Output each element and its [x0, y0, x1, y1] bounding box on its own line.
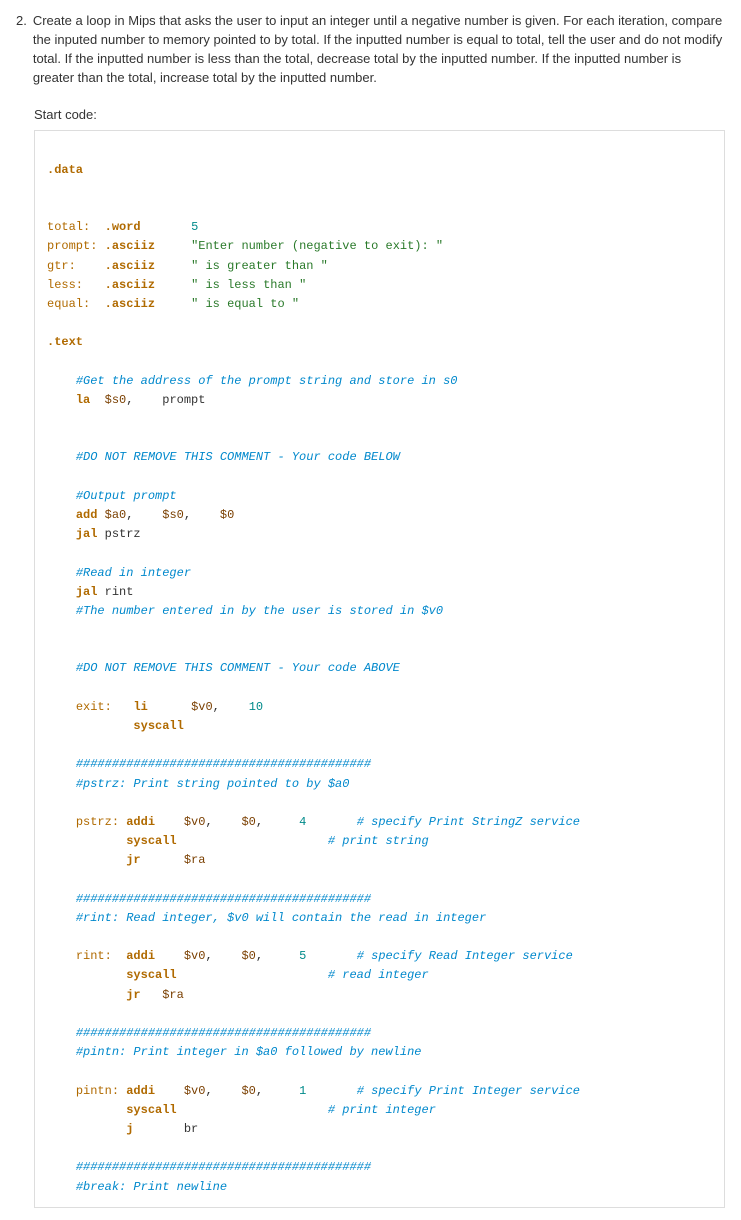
code-comment: ########################################… — [76, 757, 371, 771]
code-directive: .asciiz — [105, 239, 155, 253]
code-directive: .asciiz — [105, 297, 155, 311]
code-comment: #Read in integer — [76, 566, 191, 580]
code-register: $v0 — [184, 815, 206, 829]
code-comment: ########################################… — [76, 892, 371, 906]
code-comment: #break: Print newline — [76, 1180, 227, 1194]
code-comment: # specify Read Integer service — [357, 949, 573, 963]
code-label: pintn: — [76, 1084, 119, 1098]
code-label: pstrz: — [76, 815, 119, 829]
code-string: " is greater than " — [191, 259, 328, 273]
code-instruction: addi — [126, 815, 155, 829]
code-string: " is less than " — [191, 278, 306, 292]
code-label: rint: — [76, 949, 112, 963]
code-comment: #DO NOT REMOVE THIS COMMENT - Your code … — [76, 661, 400, 675]
code-comment: #DO NOT REMOVE THIS COMMENT - Your code … — [76, 450, 400, 464]
code-register: $ra — [162, 988, 184, 1002]
code-label: total: — [47, 220, 90, 234]
code-instruction: add — [76, 508, 98, 522]
question-block: 2. Create a loop in Mips that asks the u… — [16, 12, 725, 97]
question-number: 2. — [16, 12, 27, 97]
code-comment: #Get the address of the prompt string an… — [76, 374, 458, 388]
code-instruction: li — [133, 700, 147, 714]
code-instruction: addi — [126, 1084, 155, 1098]
code-comment: # print integer — [328, 1103, 436, 1117]
code-arg: prompt — [162, 393, 205, 407]
code-comment: # print string — [328, 834, 429, 848]
code-label: equal: — [47, 297, 90, 311]
code-string: " is equal to " — [191, 297, 299, 311]
code-arg: rint — [105, 585, 134, 599]
code-arg: pstrz — [105, 527, 141, 541]
code-label: gtr: — [47, 259, 76, 273]
code-directive: .asciiz — [105, 278, 155, 292]
code-directive: .text — [47, 335, 83, 349]
code-comment: #The number entered in by the user is st… — [76, 604, 443, 618]
code-instruction: j — [126, 1122, 133, 1136]
code-number: 10 — [249, 700, 263, 714]
code-directive: .asciiz — [105, 259, 155, 273]
code-register: $0 — [241, 1084, 255, 1098]
code-register: $0 — [241, 815, 255, 829]
code-instruction: jal — [76, 585, 98, 599]
code-label: less: — [47, 278, 83, 292]
code-label: prompt: — [47, 239, 97, 253]
code-register: $a0 — [105, 508, 127, 522]
code-instruction: syscall — [126, 834, 176, 848]
question-text: Create a loop in Mips that asks the user… — [33, 12, 725, 97]
code-comment: #pstrz: Print string pointed to by $a0 — [76, 777, 350, 791]
code-instruction: la — [76, 393, 90, 407]
code-comment: #rint: Read integer, $v0 will contain th… — [76, 911, 486, 925]
code-instruction: syscall — [133, 719, 183, 733]
code-instruction: syscall — [126, 1103, 176, 1117]
code-number: 5 — [299, 949, 306, 963]
code-comment: # specify Print Integer service — [357, 1084, 580, 1098]
code-register: $ra — [184, 853, 206, 867]
code-register: $s0 — [162, 508, 184, 522]
code-number: 5 — [191, 220, 198, 234]
code-comment: #pintn: Print integer in $a0 followed by… — [76, 1045, 422, 1059]
code-instruction: syscall — [126, 968, 176, 982]
code-register: $s0 — [105, 393, 127, 407]
code-register: $0 — [220, 508, 234, 522]
code-block: .data total: .word 5 prompt: .asciiz "En… — [34, 130, 725, 1207]
code-instruction: jr — [126, 988, 140, 1002]
code-number: 1 — [299, 1084, 306, 1098]
code-comment: #Output prompt — [76, 489, 177, 503]
start-code-label: Start code: — [34, 107, 725, 122]
code-comment: # specify Print StringZ service — [357, 815, 580, 829]
code-string: "Enter number (negative to exit): " — [191, 239, 443, 253]
code-directive: .word — [105, 220, 141, 234]
code-register: $0 — [241, 949, 255, 963]
code-comment: ########################################… — [76, 1026, 371, 1040]
code-number: 4 — [299, 815, 306, 829]
code-register: $v0 — [191, 700, 213, 714]
code-instruction: jr — [126, 853, 140, 867]
code-comment: # read integer — [328, 968, 429, 982]
code-directive: .data — [47, 163, 83, 177]
code-register: $v0 — [184, 949, 206, 963]
code-register: $v0 — [184, 1084, 206, 1098]
code-instruction: addi — [126, 949, 155, 963]
code-arg: br — [184, 1122, 198, 1136]
code-comment: ########################################… — [76, 1160, 371, 1174]
code-instruction: jal — [76, 527, 98, 541]
code-label: exit: — [76, 700, 112, 714]
question-paragraph: Create a loop in Mips that asks the user… — [33, 12, 725, 87]
